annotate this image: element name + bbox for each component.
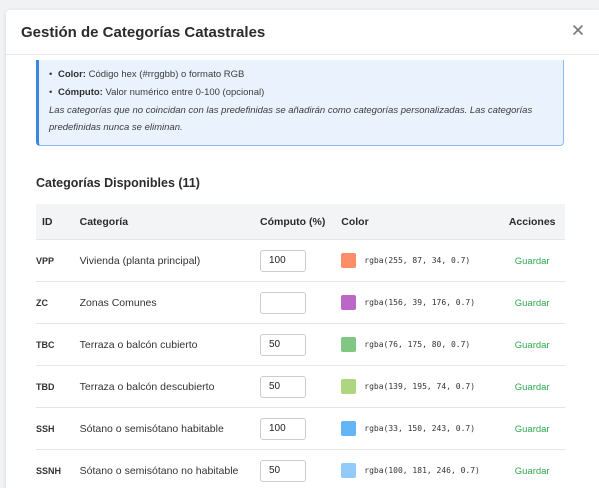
table-row: SSH Sótano o semisótano habitable rgba(3… xyxy=(36,407,565,450)
info-item-compute: Cómputo: Valor numérico entre 0-100 (opc… xyxy=(49,84,264,102)
category-modal: Gestión de Categorías Catastrales Color:… xyxy=(6,10,599,488)
row-id: SSNH xyxy=(36,449,80,488)
table-row: VPP Vivienda (planta principal) rgba(255… xyxy=(36,239,565,282)
header-actions: Acciones xyxy=(499,204,565,240)
row-category: Zonas Comunes xyxy=(79,281,260,324)
row-id: VPP xyxy=(36,239,80,282)
save-button[interactable]: Guardar xyxy=(515,424,550,435)
info-note: Las categorías que no coincidan con las … xyxy=(49,105,533,133)
close-icon xyxy=(573,25,583,35)
compute-input[interactable] xyxy=(260,417,306,440)
compute-input[interactable] xyxy=(260,375,306,398)
header-category: Categoría xyxy=(79,204,260,240)
color-swatch[interactable] xyxy=(341,337,357,352)
save-button[interactable]: Guardar xyxy=(515,256,550,267)
save-button[interactable]: Guardar xyxy=(515,298,550,309)
header-compute: Cómputo (%) xyxy=(260,204,342,240)
info-list: Color: Código hex (#rrggbb) o formato RG… xyxy=(49,66,264,102)
info-item-color: Color: Código hex (#rrggbb) o formato RG… xyxy=(49,66,264,84)
color-value: rgba(156, 39, 176, 0.7) xyxy=(364,298,476,307)
modal-title: Gestión de Categorías Catastrales xyxy=(21,24,266,41)
row-id: TBC xyxy=(36,323,80,366)
color-swatch[interactable] xyxy=(341,295,357,310)
row-id: ZC xyxy=(36,281,80,324)
color-swatch[interactable] xyxy=(341,379,357,394)
table-row: TBC Terraza o balcón cubierto rgba(76, 1… xyxy=(36,323,565,366)
color-value: rgba(76, 175, 80, 0.7) xyxy=(364,340,471,349)
color-value: rgba(100, 181, 246, 0.7) xyxy=(364,466,480,475)
table-row: SSNH Sótano o semisótano no habitable rg… xyxy=(36,449,565,488)
close-button[interactable] xyxy=(571,23,585,37)
table-body: VPP Vivienda (planta principal) rgba(255… xyxy=(36,239,565,488)
row-category: Sótano o semisótano habitable xyxy=(79,407,260,450)
row-category: Terraza o balcón cubierto xyxy=(79,323,260,366)
color-swatch[interactable] xyxy=(341,253,357,268)
color-swatch[interactable] xyxy=(341,463,357,478)
save-button[interactable]: Guardar xyxy=(515,466,550,477)
color-value: rgba(33, 150, 243, 0.7) xyxy=(364,424,476,433)
save-button[interactable]: Guardar xyxy=(515,382,550,393)
table-header-row: ID Categoría Cómputo (%) Color Acciones xyxy=(36,204,565,240)
modal-header: Gestión de Categorías Catastrales xyxy=(6,10,599,55)
compute-input[interactable] xyxy=(260,333,306,356)
compute-input[interactable] xyxy=(260,249,306,272)
row-id: TBD xyxy=(36,365,80,408)
table-row: ZC Zonas Comunes rgba(156, 39, 176, 0.7)… xyxy=(36,281,565,324)
row-category: Terraza o balcón descubierto xyxy=(79,365,260,408)
color-value: rgba(139, 195, 74, 0.7) xyxy=(364,382,476,391)
compute-input[interactable] xyxy=(260,291,306,314)
info-box: Color: Código hex (#rrggbb) o formato RG… xyxy=(36,60,564,146)
row-category: Sótano o semisótano no habitable xyxy=(79,449,260,488)
categories-table: ID Categoría Cómputo (%) Color Acciones … xyxy=(36,204,565,488)
save-button[interactable]: Guardar xyxy=(515,340,550,351)
color-swatch[interactable] xyxy=(341,421,357,436)
compute-input[interactable] xyxy=(260,459,306,482)
section-title: Categorías Disponibles (11) xyxy=(36,176,200,190)
header-id: ID xyxy=(36,204,80,240)
header-color: Color xyxy=(341,204,500,240)
row-category: Vivienda (planta principal) xyxy=(79,239,260,282)
row-id: SSH xyxy=(36,407,80,450)
color-value: rgba(255, 87, 34, 0.7) xyxy=(364,256,471,265)
table-row: TBD Terraza o balcón descubierto rgba(13… xyxy=(36,365,565,408)
